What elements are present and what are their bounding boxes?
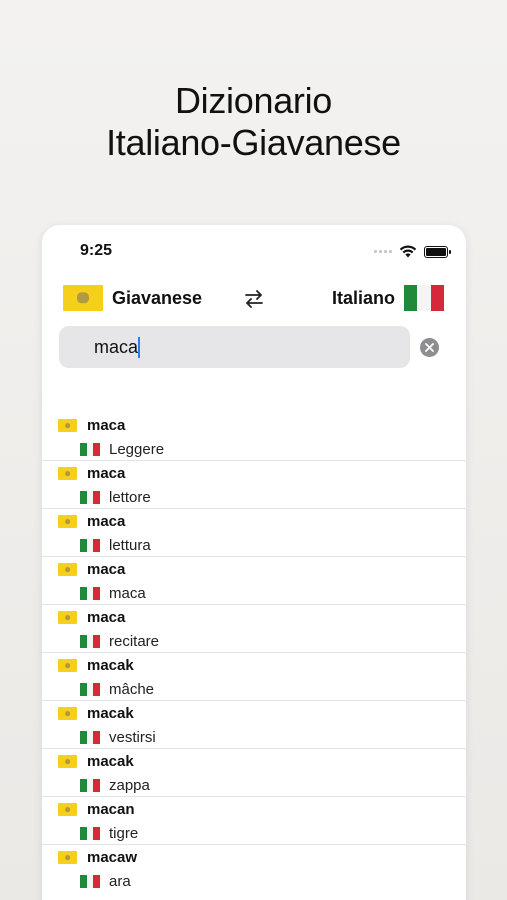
result-word: maca	[87, 465, 126, 482]
result-word: maca	[87, 561, 126, 578]
search-input[interactable]	[59, 326, 410, 368]
result-item[interactable]: macak zappa	[42, 749, 466, 797]
headline-line-2: Italiano-Giavanese	[106, 122, 401, 163]
italian-flag-icon	[80, 635, 101, 648]
italian-flag-icon	[80, 587, 101, 600]
italian-flag-icon	[80, 539, 101, 552]
cellular-signal-icon	[374, 250, 392, 253]
italian-flag-icon	[80, 875, 101, 888]
result-translation: tigre	[109, 825, 139, 842]
italian-flag-icon	[80, 443, 101, 456]
result-word: macak	[87, 705, 134, 722]
result-item[interactable]: maca lettore	[42, 461, 466, 509]
javanese-flag-icon	[58, 467, 77, 480]
result-translation: mâche	[109, 681, 155, 698]
result-translation: zappa	[109, 777, 150, 794]
result-word: macaw	[87, 849, 138, 866]
javanese-flag-icon	[63, 285, 103, 311]
italian-flag-icon	[80, 779, 101, 792]
italian-flag-icon	[404, 285, 444, 311]
headline-line-1: Dizionario	[174, 80, 333, 121]
result-word: macak	[87, 657, 134, 674]
result-translation: recitare	[109, 633, 160, 650]
result-word: maca	[87, 609, 126, 626]
italian-flag-icon	[80, 827, 101, 840]
swap-arrows-icon[interactable]	[242, 287, 266, 311]
status-bar: 9:25	[42, 241, 466, 263]
result-translation: vestirsi	[109, 729, 156, 746]
javanese-flag-icon	[58, 563, 77, 576]
javanese-flag-icon	[58, 659, 77, 672]
javanese-flag-icon	[58, 515, 77, 528]
result-item[interactable]: macan tigre	[42, 797, 466, 845]
javanese-flag-icon	[58, 611, 77, 624]
text-caret	[138, 337, 140, 358]
result-item[interactable]: maca maca	[42, 557, 466, 605]
result-item[interactable]: macaw ara	[42, 845, 466, 893]
results-list: maca Leggere maca lettore maca lettura m…	[42, 413, 466, 893]
italian-flag-icon	[80, 683, 101, 696]
result-item[interactable]: maca lettura	[42, 509, 466, 557]
target-language-button[interactable]: Italiano	[332, 285, 444, 311]
phone-screen: 9:25 Giavanese Italiano maca maca Legger…	[42, 225, 466, 900]
result-translation: Leggere	[109, 441, 165, 458]
javanese-flag-icon	[58, 851, 77, 864]
wifi-icon	[399, 245, 417, 258]
status-time: 9:25	[80, 242, 113, 259]
result-translation: ara	[109, 873, 131, 890]
italian-flag-icon	[80, 491, 101, 504]
result-word: macan	[87, 801, 135, 818]
javanese-flag-icon	[58, 803, 77, 816]
italian-flag-icon	[80, 731, 101, 744]
result-item[interactable]: maca recitare	[42, 605, 466, 653]
result-translation: lettura	[109, 537, 151, 554]
status-icons	[374, 245, 451, 258]
target-language-label: Italiano	[331, 287, 395, 308]
result-translation: maca	[109, 585, 146, 602]
result-item[interactable]: macak mâche	[42, 653, 466, 701]
result-item[interactable]: maca Leggere	[42, 413, 466, 461]
javanese-flag-icon	[58, 707, 77, 720]
language-selector-bar: Giavanese Italiano	[42, 285, 466, 315]
battery-icon	[424, 245, 451, 258]
result-item[interactable]: macak vestirsi	[42, 701, 466, 749]
result-translation: lettore	[109, 489, 151, 506]
source-language-label: Giavanese	[112, 287, 203, 308]
javanese-flag-icon	[58, 419, 77, 432]
clear-circle-icon[interactable]	[420, 338, 439, 357]
search-field[interactable]	[59, 326, 410, 368]
result-word: maca	[87, 417, 126, 434]
javanese-flag-icon	[58, 755, 77, 768]
source-language-button[interactable]: Giavanese	[63, 285, 202, 311]
result-word: macak	[87, 753, 134, 770]
promo-headline: Dizionario Italiano-Giavanese	[0, 80, 507, 164]
result-word: maca	[87, 513, 126, 530]
